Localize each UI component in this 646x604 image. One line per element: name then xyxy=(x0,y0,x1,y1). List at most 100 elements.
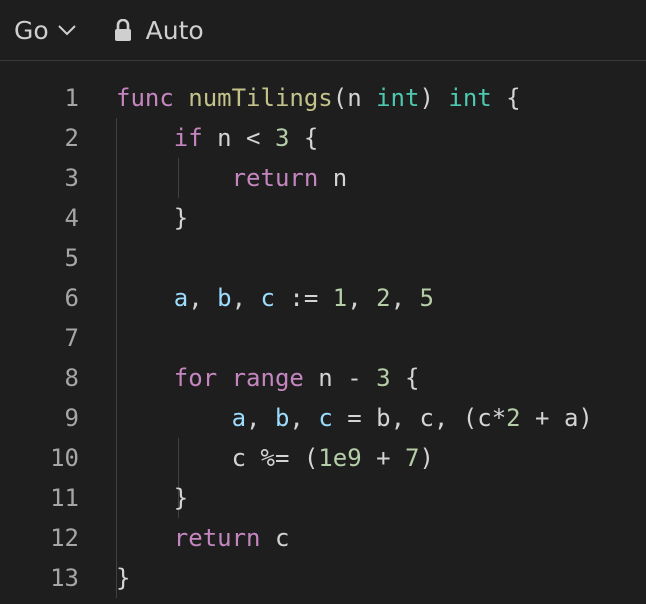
line-number: 10 xyxy=(50,444,79,472)
code-token: return xyxy=(173,524,261,552)
code-line[interactable]: 10 c %= (1e9 + 7) xyxy=(0,438,646,478)
line-number: 1 xyxy=(64,84,79,112)
line-number: 12 xyxy=(50,524,79,552)
code-token: b xyxy=(217,284,232,312)
line-number: 9 xyxy=(64,404,79,432)
language-selector[interactable]: Go xyxy=(14,16,77,45)
code-token: c xyxy=(260,524,290,552)
code-token: + a) xyxy=(520,404,593,432)
code-text: a, b, c = b, c, (c*2 + a) xyxy=(116,398,593,438)
code-token: numTilings xyxy=(188,84,333,112)
code-text: a, b, c := 1, 2, 5 xyxy=(116,278,434,318)
code-token: b xyxy=(274,404,290,432)
code-text: if n < 3 { xyxy=(116,118,319,158)
code-token: , xyxy=(347,284,377,312)
code-token: if xyxy=(173,124,203,152)
code-text: func numTilings(n int) int { xyxy=(116,78,521,118)
line-number: 8 xyxy=(64,364,79,392)
code-token: } xyxy=(116,484,189,512)
code-token: 5 xyxy=(419,284,434,312)
line-number: 3 xyxy=(64,164,79,192)
code-token: 2 xyxy=(376,284,391,312)
code-token: (n xyxy=(332,84,377,112)
code-text: c %= (1e9 + 7) xyxy=(116,438,434,478)
code-token: int xyxy=(376,84,420,112)
code-token: n < xyxy=(202,124,275,152)
code-token: for xyxy=(173,364,218,392)
code-line[interactable]: 11 } xyxy=(0,478,646,518)
code-token: 1 xyxy=(332,284,348,312)
line-number: 7 xyxy=(64,324,79,352)
code-line[interactable]: 7 xyxy=(0,318,646,358)
code-token: := xyxy=(274,284,333,312)
code-token: ) xyxy=(419,84,449,112)
code-text: } xyxy=(116,198,188,238)
code-token: { xyxy=(289,124,319,152)
code-line[interactable]: 9 a, b, c = b, c, (c*2 + a) xyxy=(0,398,646,438)
mode-indicator[interactable]: Auto xyxy=(114,16,204,45)
code-token: c %= ( xyxy=(116,444,319,472)
code-token: } xyxy=(116,204,189,232)
code-line[interactable]: 3 return n xyxy=(0,158,646,198)
code-token: { xyxy=(491,84,521,112)
code-token: 2 xyxy=(506,404,521,432)
line-number: 2 xyxy=(64,124,79,152)
code-token: n - xyxy=(303,364,377,392)
code-token: = b, c, (c* xyxy=(332,404,507,432)
code-text: return c xyxy=(116,518,290,558)
code-token: , xyxy=(188,284,218,312)
lock-icon xyxy=(114,19,132,41)
code-line[interactable]: 12 return c xyxy=(0,518,646,558)
code-line[interactable]: 8 for range n - 3 { xyxy=(0,358,646,398)
chevron-down-icon xyxy=(57,24,77,36)
code-token: range xyxy=(231,364,304,392)
code-token: 3 xyxy=(376,364,391,392)
code-token: n xyxy=(318,164,348,192)
code-token: 1e9 xyxy=(318,444,362,472)
code-text: return n xyxy=(116,158,348,198)
code-token: , xyxy=(390,284,420,312)
code-line[interactable]: 1 func numTilings(n int) int { xyxy=(0,78,646,118)
line-number: 11 xyxy=(50,484,79,512)
code-text: for range n - 3 { xyxy=(116,358,420,398)
code-token: , xyxy=(246,404,275,432)
code-token: c xyxy=(318,404,333,432)
editor-toolbar: Go Auto xyxy=(0,0,646,61)
code-token: + xyxy=(361,444,406,472)
code-editor[interactable]: 1 func numTilings(n int) int {2 if n < 3 … xyxy=(0,61,646,598)
mode-label: Auto xyxy=(145,15,204,45)
language-label: Go xyxy=(14,15,49,45)
code-line[interactable]: 13} xyxy=(0,558,646,598)
code-token: int xyxy=(448,84,492,112)
code-token: ) xyxy=(419,444,434,472)
code-line[interactable]: 5 xyxy=(0,238,646,278)
code-token: a xyxy=(173,284,189,312)
code-text: } xyxy=(116,478,188,518)
code-token: } xyxy=(116,564,131,592)
code-token: , xyxy=(231,284,261,312)
code-token: a xyxy=(231,404,247,432)
code-line[interactable]: 6 a, b, c := 1, 2, 5 xyxy=(0,278,646,318)
code-token: func xyxy=(116,84,174,112)
line-number: 5 xyxy=(64,244,79,272)
code-token: return xyxy=(231,164,319,192)
line-number: 6 xyxy=(64,284,79,312)
code-token: , xyxy=(289,404,319,432)
code-token: 7 xyxy=(405,444,420,472)
code-text: } xyxy=(116,558,130,598)
code-token: c xyxy=(260,284,275,312)
code-token: 3 xyxy=(274,124,290,152)
line-number: 4 xyxy=(64,204,79,232)
code-line[interactable]: 4 } xyxy=(0,198,646,238)
line-number: 13 xyxy=(50,564,79,592)
code-token: { xyxy=(390,364,420,392)
code-line[interactable]: 2 if n < 3 { xyxy=(0,118,646,158)
